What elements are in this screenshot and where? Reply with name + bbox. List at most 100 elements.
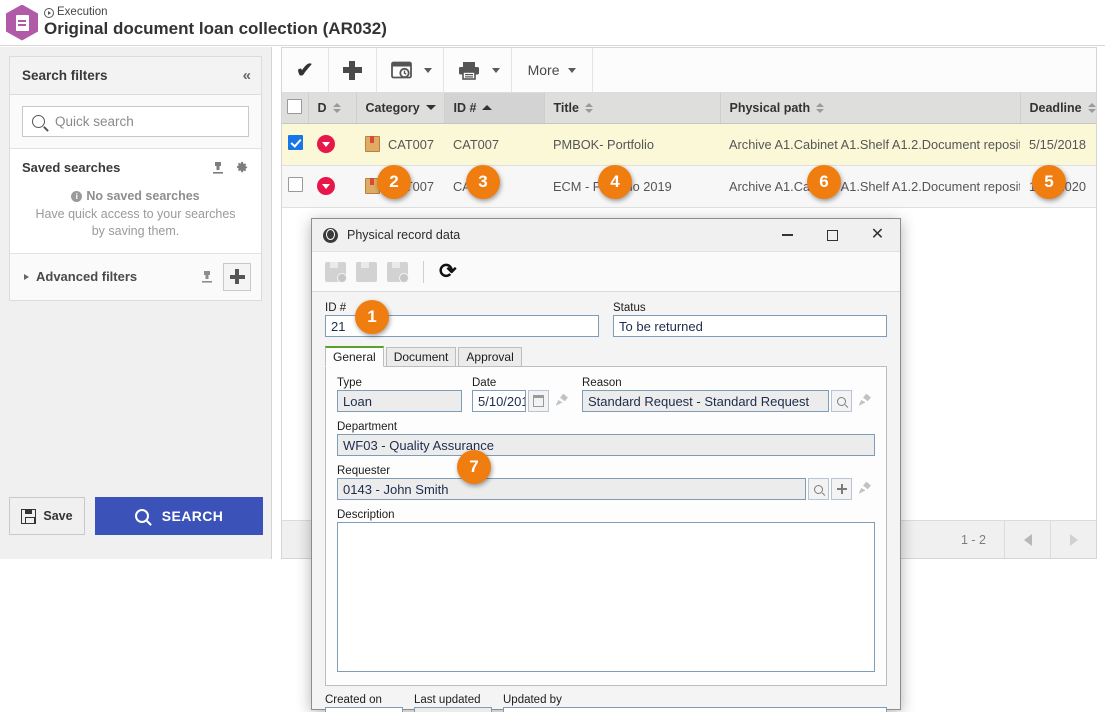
quick-search-box[interactable] [22,106,249,137]
tab-approval[interactable]: Approval [458,347,522,367]
history-button[interactable] [377,61,421,80]
clear-filter-icon[interactable] [200,270,214,284]
add-filter-icon[interactable] [223,262,251,291]
table-row[interactable]: CAT007 CAT007 PMBOK- Portfolio Archive A… [282,123,1096,166]
select-all-checkbox[interactable] [287,98,303,114]
info-icon: i [71,191,83,202]
minimize-button[interactable] [765,219,810,251]
sort-icon [1087,102,1096,113]
advanced-filters-label: Advanced filters [36,269,138,285]
dialog-footer: Created on 5/10/2018 Last updated Update… [325,686,887,712]
search-button-label: SEARCH [161,508,224,524]
table-header-row: D Category ID # Title Physical path Dead… [282,93,1096,124]
print-caret[interactable] [489,67,511,73]
history-button-group [377,48,444,92]
save-and-close-icon[interactable] [387,261,409,283]
updated-by-field: John Smith [503,707,887,712]
calendar-icon[interactable] [528,390,549,412]
more-button-label: More [527,62,560,78]
row-status-cell [308,165,356,208]
clear-requester-icon[interactable] [854,478,875,500]
dialog-title-bar[interactable]: Physical record data ✕ [312,219,900,252]
breadcrumb: Execution [44,6,387,19]
column-id[interactable]: ID # [444,93,545,124]
row-select-cell[interactable] [282,123,308,166]
sort-desc-icon [425,105,436,111]
column-category[interactable]: Category [356,93,445,124]
row-title-cell: ECM - Portfolio 2019 [544,165,720,208]
document-hexagon-icon [6,4,38,41]
reason-field[interactable]: Standard Request - Standard Request [582,390,829,412]
date-field[interactable]: 5/10/2018 [472,390,526,412]
column-d[interactable]: D [308,93,357,124]
save-button[interactable]: Save [9,497,85,535]
search-filters-panel: Search filters « Saved searches [9,56,262,301]
tab-document[interactable]: Document [385,347,457,367]
row-checkbox[interactable] [287,135,303,150]
marker-6: 6 [807,165,841,199]
overdue-icon [317,135,335,153]
add-button[interactable] [329,48,377,92]
reason-label: Reason [582,377,622,389]
column-deadline[interactable]: Deadline [1020,93,1096,124]
gear-icon[interactable] [234,160,249,175]
chevron-right-icon [24,273,29,280]
box-icon [365,136,380,152]
chevron-down-icon [423,67,432,73]
description-label: Description [337,509,395,521]
marker-1: 1 [355,300,389,334]
description-field[interactable] [337,522,875,672]
status-field[interactable]: To be returned [613,315,887,337]
tab-general[interactable]: General [325,346,384,367]
maximize-button[interactable] [810,219,855,251]
collapse-sidebar-icon[interactable]: « [243,67,251,84]
row-status-cell [308,123,356,166]
marker-5: 5 [1032,165,1066,199]
created-on-field: 5/10/2018 [325,707,403,712]
chevron-down-icon [567,67,576,73]
refresh-icon[interactable]: ⟳ [439,261,457,282]
execution-icon [44,7,54,18]
save-and-new-icon[interactable] [325,261,347,283]
row-title-cell: PMBOK- Portfolio [544,123,720,166]
sidebar-actions: Save SEARCH [9,497,263,535]
row-checkbox[interactable] [287,177,303,192]
search-icon [134,509,149,523]
requester-add-icon[interactable] [831,478,852,500]
column-title[interactable]: Title [544,93,721,124]
history-caret[interactable] [421,67,443,73]
column-physical-path[interactable]: Physical path [720,93,1021,124]
advanced-filters-row[interactable]: Advanced filters [10,253,261,300]
pager-next-button[interactable] [1050,521,1096,558]
chevron-down-icon [491,67,500,73]
select-all-header[interactable] [282,93,309,124]
search-input[interactable] [53,113,239,130]
close-button[interactable]: ✕ [855,219,900,251]
clear-filter-icon[interactable] [211,161,225,175]
more-button[interactable]: More [512,48,593,92]
save-icon[interactable] [356,261,377,282]
search-button[interactable]: SEARCH [95,497,263,535]
requester-lookup-icon[interactable] [808,478,829,500]
print-button-group [444,48,512,92]
overdue-icon [317,177,335,195]
maximize-icon [827,229,838,241]
dialog-title: Physical record data [347,228,461,242]
chevron-left-icon [1023,533,1032,546]
chevron-right-icon [1069,533,1078,546]
save-button-label: Save [43,509,73,523]
type-field[interactable]: Loan [337,390,462,412]
department-field[interactable]: WF03 - Quality Assurance [337,434,875,456]
print-button[interactable] [444,61,489,80]
sort-icon [816,102,825,113]
search-filters-title: Search filters [22,68,108,83]
search-filters-sidebar: Search filters « Saved searches [0,47,272,559]
row-select-cell[interactable] [282,165,308,208]
approve-button[interactable]: ✔ [282,48,329,92]
clear-reason-icon[interactable] [854,390,875,412]
requester-field[interactable]: 0143 - John Smith [337,478,806,500]
clear-date-icon[interactable] [551,390,572,412]
pager-prev-button[interactable] [1004,521,1050,558]
no-saved-searches-message: i No saved searches [10,189,261,203]
reason-lookup-icon[interactable] [831,390,852,412]
